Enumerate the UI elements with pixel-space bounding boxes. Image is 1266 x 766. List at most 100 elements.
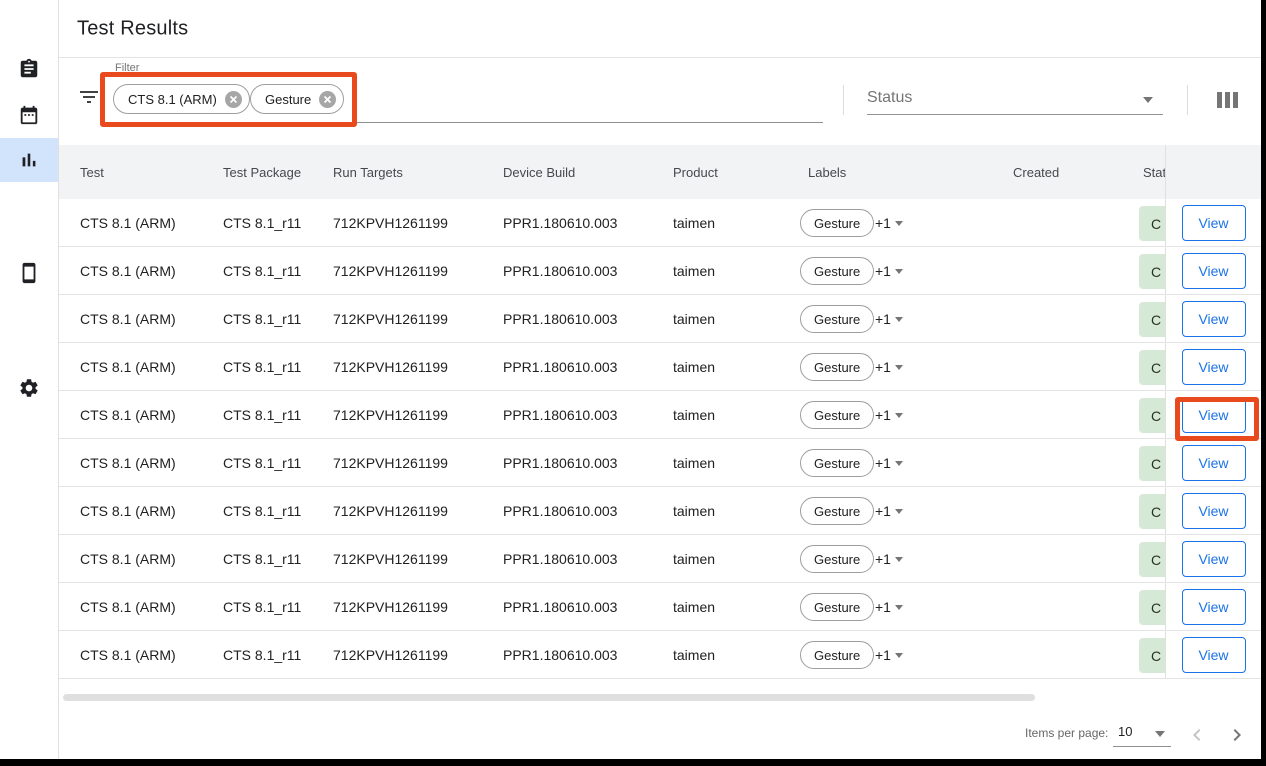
status-filter-select[interactable]: Status <box>867 89 1163 115</box>
view-button[interactable]: View <box>1182 541 1246 577</box>
sidebar-item-test-plans[interactable] <box>0 93 58 137</box>
cell-device-build: PPR1.180610.003 <box>503 247 617 294</box>
cell-run-targets: 712KPVH1261199 <box>333 631 448 678</box>
label-chip: Gesture <box>800 641 874 669</box>
status-badge: C <box>1139 638 1165 673</box>
status-badge: C <box>1139 446 1165 481</box>
cell-device-build: PPR1.180610.003 <box>503 631 617 678</box>
cell-product: taimen <box>673 487 715 534</box>
more-labels-count: +1 <box>875 503 891 519</box>
next-page-button[interactable] <box>1225 723 1249 747</box>
status-badge: C <box>1139 254 1165 289</box>
cell-device-build: PPR1.180610.003 <box>503 295 617 342</box>
cell-test-package: CTS 8.1_r11 <box>223 535 301 582</box>
view-column-icon[interactable] <box>1217 92 1241 110</box>
more-labels-dropdown[interactable]: +1 <box>875 391 903 438</box>
items-per-page-underline <box>1113 746 1171 747</box>
chevron-down-icon <box>1143 97 1153 103</box>
column-header-status[interactable]: Status <box>1143 145 1166 199</box>
chevron-down-icon <box>895 221 903 226</box>
table-body: CTS 8.1 (ARM) CTS 8.1_r11 712KPVH1261199… <box>59 199 1261 679</box>
view-button[interactable]: View <box>1182 493 1246 529</box>
cell-test-package: CTS 8.1_r11 <box>223 583 301 630</box>
cell-product: taimen <box>673 343 715 390</box>
more-labels-dropdown[interactable]: +1 <box>875 199 903 246</box>
view-button[interactable]: View <box>1182 397 1246 433</box>
table-row: CTS 8.1 (ARM) CTS 8.1_r11 712KPVH1261199… <box>59 199 1261 247</box>
gear-icon <box>18 377 40 399</box>
cell-test-package: CTS 8.1_r11 <box>223 199 301 246</box>
view-button[interactable]: View <box>1182 349 1246 385</box>
sidebar <box>0 0 59 766</box>
filter-input-underline[interactable] <box>113 122 823 123</box>
view-button[interactable]: View <box>1182 205 1246 241</box>
items-per-page-select[interactable]: 10 <box>1118 724 1132 739</box>
table-row: CTS 8.1 (ARM) CTS 8.1_r11 712KPVH1261199… <box>59 391 1261 439</box>
table-row: CTS 8.1 (ARM) CTS 8.1_r11 712KPVH1261199… <box>59 295 1261 343</box>
cell-run-targets: 712KPVH1261199 <box>333 199 448 246</box>
view-button[interactable]: View <box>1182 445 1246 481</box>
more-labels-dropdown[interactable]: +1 <box>875 535 903 582</box>
more-labels-dropdown[interactable]: +1 <box>875 295 903 342</box>
chevron-down-icon <box>895 653 903 658</box>
more-labels-dropdown[interactable]: +1 <box>875 343 903 390</box>
table-header: Test Test Package Run Targets Device Bui… <box>59 145 1261 199</box>
label-chip: Gesture <box>800 209 874 237</box>
cell-test: CTS 8.1 (ARM) <box>80 583 176 630</box>
chevron-down-icon <box>895 269 903 274</box>
previous-page-button[interactable] <box>1185 723 1209 747</box>
sidebar-item-settings[interactable] <box>0 366 58 410</box>
filter-chip-label: Gesture <box>265 92 311 107</box>
bar-chart-icon <box>18 149 40 171</box>
more-labels-count: +1 <box>875 359 891 375</box>
cell-run-targets: 712KPVH1261199 <box>333 295 448 342</box>
chevron-down-icon <box>895 605 903 610</box>
column-header-labels[interactable]: Labels <box>808 145 846 199</box>
more-labels-dropdown[interactable]: +1 <box>875 439 903 486</box>
cell-test: CTS 8.1 (ARM) <box>80 199 176 246</box>
view-button[interactable]: View <box>1182 637 1246 673</box>
more-labels-count: +1 <box>875 455 891 471</box>
sidebar-item-devices[interactable] <box>0 251 58 295</box>
label-chip: Gesture <box>800 305 874 333</box>
status-badge: C <box>1139 542 1165 577</box>
column-header-device-build[interactable]: Device Build <box>503 145 575 199</box>
column-header-test[interactable]: Test <box>80 145 104 199</box>
filter-chip-gesture[interactable]: Gesture <box>250 84 344 114</box>
cancel-icon[interactable] <box>225 91 242 108</box>
cell-product: taimen <box>673 295 715 342</box>
cancel-icon[interactable] <box>319 91 336 108</box>
cell-test: CTS 8.1 (ARM) <box>80 295 176 342</box>
column-header-run-targets[interactable]: Run Targets <box>333 145 403 199</box>
cell-product: taimen <box>673 631 715 678</box>
column-header-test-package[interactable]: Test Package <box>223 145 301 199</box>
chevron-left-icon <box>1185 723 1209 747</box>
toolbar-divider <box>843 85 844 115</box>
status-badge: C <box>1139 350 1165 385</box>
label-chip: Gesture <box>800 257 874 285</box>
cell-product: taimen <box>673 199 715 246</box>
chevron-down-icon <box>895 413 903 418</box>
more-labels-count: +1 <box>875 311 891 327</box>
chevron-down-icon[interactable] <box>1155 731 1165 737</box>
filter-chip-cts[interactable]: CTS 8.1 (ARM) <box>113 84 250 114</box>
view-cell: View <box>1165 199 1261 246</box>
column-header-created[interactable]: Created <box>1013 145 1059 199</box>
more-labels-dropdown[interactable]: +1 <box>875 631 903 678</box>
cell-test-package: CTS 8.1_r11 <box>223 247 301 294</box>
cell-device-build: PPR1.180610.003 <box>503 583 617 630</box>
sidebar-item-test-suites[interactable] <box>0 47 58 91</box>
view-button[interactable]: View <box>1182 253 1246 289</box>
view-cell: View <box>1165 631 1261 678</box>
horizontal-scrollbar[interactable] <box>63 694 1035 701</box>
sidebar-item-test-results[interactable] <box>0 138 58 182</box>
filter-list-icon[interactable] <box>77 85 101 109</box>
more-labels-dropdown[interactable]: +1 <box>875 583 903 630</box>
column-header-product[interactable]: Product <box>673 145 718 199</box>
more-labels-dropdown[interactable]: +1 <box>875 487 903 534</box>
view-button[interactable]: View <box>1182 589 1246 625</box>
view-button[interactable]: View <box>1182 301 1246 337</box>
more-labels-count: +1 <box>875 263 891 279</box>
more-labels-dropdown[interactable]: +1 <box>875 247 903 294</box>
cell-run-targets: 712KPVH1261199 <box>333 343 448 390</box>
